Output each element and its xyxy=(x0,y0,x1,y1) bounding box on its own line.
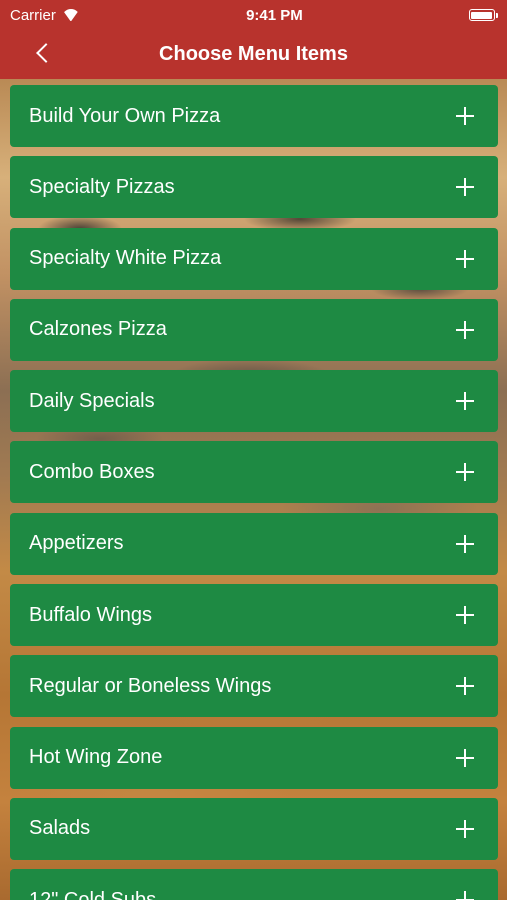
menu-item-combo-boxes[interactable]: Combo Boxes xyxy=(10,441,498,504)
menu-item-label: Daily Specials xyxy=(29,389,155,412)
menu-item-appetizers[interactable]: Appetizers xyxy=(10,512,498,575)
menu-item-label: Build Your Own Pizza xyxy=(29,104,221,127)
menu-item-label: 12" Cold Subs xyxy=(29,888,157,900)
status-time: 9:41 PM xyxy=(246,6,303,24)
plus-icon[interactable] xyxy=(456,320,474,339)
menu-item-daily-specials[interactable]: Daily Specials xyxy=(10,370,498,433)
chevron-left-icon xyxy=(36,43,56,63)
plus-icon[interactable] xyxy=(456,392,474,411)
plus-icon[interactable] xyxy=(456,677,474,696)
battery-icon xyxy=(468,9,498,21)
plus-icon[interactable] xyxy=(456,107,474,125)
menu-item-build-your-own-pizza[interactable]: Build Your Own Pizza xyxy=(10,85,498,147)
plus-icon[interactable] xyxy=(456,249,474,268)
menu-item-label: Regular or Boneless Wings xyxy=(29,674,272,697)
page-title: Choose Menu Items xyxy=(159,43,348,65)
plus-icon[interactable] xyxy=(456,748,474,767)
menu-item-regular-or-boneless-wings[interactable]: Regular or Boneless Wings xyxy=(10,655,498,718)
navigation-bar: Choose Menu Items xyxy=(0,30,507,79)
plus-icon[interactable] xyxy=(456,178,474,197)
carrier-label: Carrier xyxy=(10,6,56,24)
status-bar: Carrier 9:41 PM xyxy=(0,0,507,30)
menu-item-label: Specialty White Pizza xyxy=(29,247,222,270)
menu-item-hot-wing-zone[interactable]: Hot Wing Zone xyxy=(10,726,498,789)
plus-icon[interactable] xyxy=(456,819,474,838)
plus-icon[interactable] xyxy=(456,463,474,482)
menu-category-list: Build Your Own Pizza Specialty Pizzas Sp… xyxy=(10,85,498,900)
menu-item-specialty-pizzas[interactable]: Specialty Pizzas xyxy=(10,156,498,219)
menu-item-calzones-pizza[interactable]: Calzones Pizza xyxy=(10,298,498,361)
menu-item-12-cold-subs[interactable]: 12" Cold Subs xyxy=(10,869,498,900)
menu-item-label: Calzones Pizza xyxy=(29,318,167,341)
menu-item-label: Hot Wing Zone xyxy=(29,746,163,769)
plus-icon[interactable] xyxy=(456,534,474,553)
menu-item-label: Buffalo Wings xyxy=(29,603,153,626)
menu-item-label: Combo Boxes xyxy=(29,460,155,483)
menu-item-label: Appetizers xyxy=(29,532,124,555)
plus-icon[interactable] xyxy=(456,606,474,625)
menu-item-buffalo-wings[interactable]: Buffalo Wings xyxy=(10,584,498,647)
back-button[interactable] xyxy=(28,38,58,68)
menu-item-salads[interactable]: Salads xyxy=(10,797,498,860)
menu-item-specialty-white-pizza[interactable]: Specialty White Pizza xyxy=(10,227,498,290)
plus-icon[interactable] xyxy=(456,891,474,900)
menu-item-label: Specialty Pizzas xyxy=(29,175,175,198)
wifi-icon xyxy=(62,9,80,21)
menu-item-label: Salads xyxy=(29,817,91,840)
